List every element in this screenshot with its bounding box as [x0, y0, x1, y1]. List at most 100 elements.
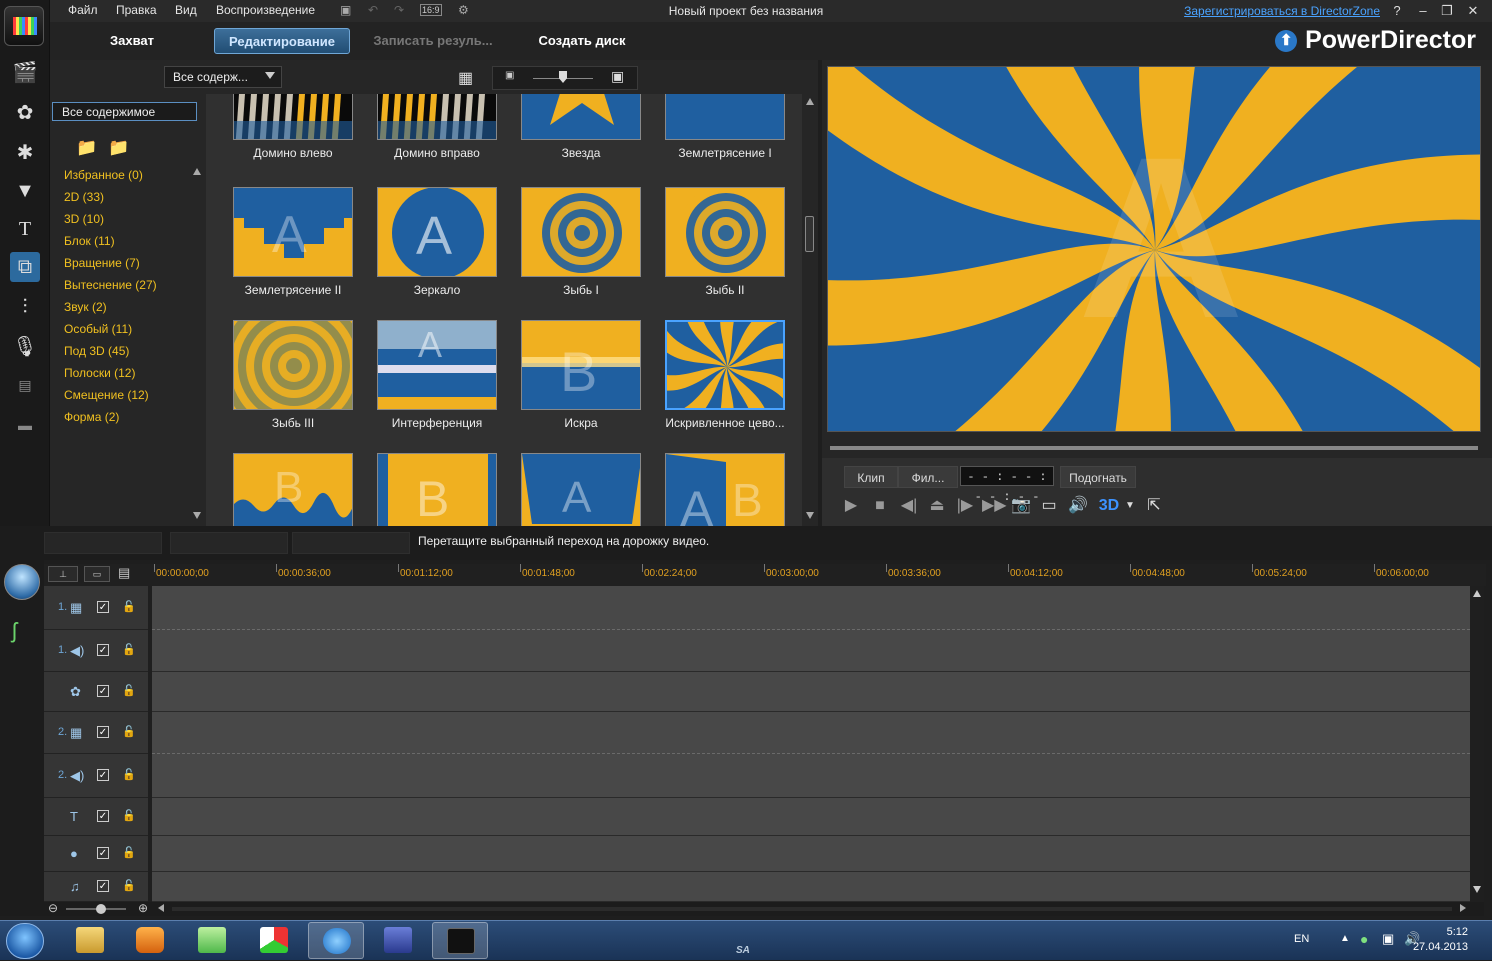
redo-icon[interactable]: ↷ [394, 3, 404, 17]
snapshot-icon[interactable]: 📷 [1010, 496, 1032, 516]
taskbar-ie[interactable] [308, 922, 364, 959]
menu-edit[interactable]: Правка [116, 3, 157, 17]
timecode-display[interactable]: - - : - - : - - : - - [960, 466, 1054, 504]
display-mode-icon[interactable]: ▭ [1038, 496, 1060, 516]
track-enable-checkbox[interactable]: ✓ [97, 769, 109, 781]
track-enable-checkbox[interactable]: ✓ [97, 601, 109, 613]
tab-create-disc[interactable]: Создать диск [530, 28, 634, 54]
taskbar-media-player[interactable] [122, 922, 178, 959]
track-lane[interactable] [152, 836, 1470, 872]
subtitle-room-icon[interactable]: ▬ [10, 410, 40, 440]
register-link[interactable]: Зарегистрироваться в DirectorZone [1184, 4, 1380, 18]
category-item[interactable]: Вытеснение (27) [64, 278, 157, 292]
zoom-in-icon[interactable]: ⊕ [138, 901, 148, 915]
transition-tile[interactable]: B [350, 453, 497, 526]
category-item[interactable]: 2D (33) [64, 190, 104, 204]
lock-icon[interactable]: 🔓 [122, 846, 136, 859]
track-lane[interactable] [152, 798, 1470, 836]
lock-icon[interactable]: 🔓 [122, 684, 136, 697]
grid-view-icon[interactable]: ▦ [458, 68, 473, 88]
split-icon[interactable]: ⏏ [926, 496, 948, 516]
category-item[interactable]: Полоски (12) [64, 366, 135, 380]
track-enable-checkbox[interactable]: ✓ [97, 847, 109, 859]
transition-tile[interactable]: B Искра [494, 320, 641, 453]
audio-mixing-icon[interactable]: ⫶ [10, 292, 40, 322]
zoom-out-icon[interactable]: ⊖ [48, 901, 58, 915]
scroll-down-icon[interactable] [193, 512, 201, 519]
lock-icon[interactable]: 🔓 [122, 600, 136, 613]
category-search-field[interactable]: Все содержимое [52, 102, 197, 121]
new-folder-icon[interactable]: 📁 [76, 138, 97, 158]
category-item[interactable]: Звук (2) [64, 300, 107, 314]
track-enable-checkbox[interactable]: ✓ [97, 880, 109, 892]
lock-icon[interactable]: 🔓 [122, 643, 136, 656]
upgrade-icon[interactable]: ⬆ [1275, 30, 1298, 52]
track-lane[interactable] [152, 712, 1470, 754]
category-item[interactable]: Избранное (0) [64, 168, 143, 182]
category-item[interactable]: Под 3D (45) [64, 344, 129, 358]
scroll-right-icon[interactable] [1460, 904, 1466, 912]
taskbar-app-3[interactable] [184, 922, 240, 959]
track-lane[interactable] [152, 630, 1470, 672]
track-lane[interactable] [152, 872, 1470, 902]
content-filter-dropdown[interactable]: Все содерж... [164, 66, 282, 88]
language-indicator[interactable]: EN [1294, 933, 1309, 945]
horizontal-scrollbar[interactable] [172, 907, 1452, 911]
track-enable-checkbox[interactable]: ✓ [97, 644, 109, 656]
magic-tool-icon[interactable]: ʃ [12, 618, 17, 644]
undock-preview-icon[interactable]: ⇱ [1143, 496, 1165, 516]
zoom-slider-handle[interactable] [96, 904, 106, 914]
slider-handle[interactable] [559, 71, 567, 83]
pip-room-icon[interactable]: ✱ [10, 138, 40, 168]
transition-tile[interactable]: A Землетрясение II [206, 187, 353, 320]
film-mode-button[interactable]: Фил... [898, 466, 958, 488]
category-item[interactable]: Особый (11) [64, 322, 132, 336]
category-item[interactable]: Форма (2) [64, 410, 119, 424]
help-button[interactable]: ? [1388, 3, 1406, 19]
scroll-up-icon[interactable] [193, 168, 201, 175]
track-enable-checkbox[interactable]: ✓ [97, 726, 109, 738]
maximize-icon[interactable]: ❐ [1438, 3, 1456, 19]
network-icon[interactable]: ▣ [1382, 931, 1394, 947]
lock-icon[interactable]: 🔓 [122, 879, 136, 892]
effect-room-icon[interactable]: ✿ [10, 98, 40, 128]
category-item[interactable]: Вращение (7) [64, 256, 140, 270]
track-lane[interactable] [152, 672, 1470, 712]
next-frame-icon[interactable]: |▶ [954, 496, 976, 516]
fit-track-icon[interactable]: ⊥ [48, 566, 78, 582]
tool-button-1[interactable] [44, 532, 162, 554]
library-scrollbar[interactable] [802, 94, 818, 526]
undo-icon[interactable]: ↶ [368, 3, 378, 17]
chevron-down-icon[interactable]: ▼ [1119, 496, 1141, 516]
lock-icon[interactable]: 🔓 [122, 768, 136, 781]
settings-icon[interactable]: ⚙ [458, 3, 469, 17]
transition-tile[interactable]: Домино вправо [350, 94, 497, 183]
transition-tile[interactable]: Искривленное цево... [638, 320, 785, 453]
timeline-vscroll[interactable] [1472, 590, 1482, 896]
clip-mode-button[interactable]: Клип [844, 466, 898, 488]
tool-button-2[interactable] [170, 532, 288, 554]
save-icon[interactable]: ▣ [340, 3, 351, 17]
volume-icon[interactable]: 🔊 [1067, 496, 1089, 516]
track-enable-checkbox[interactable]: ✓ [97, 685, 109, 697]
tool-button-3[interactable] [292, 532, 410, 554]
scroll-up-icon[interactable] [806, 98, 814, 105]
transition-tile[interactable]: Домино влево [206, 94, 353, 183]
show-hidden-icons[interactable]: ▲ [1340, 933, 1350, 944]
taskbar-powerdirector[interactable] [432, 922, 488, 959]
tab-edit[interactable]: Редактирование [214, 28, 350, 54]
play-icon[interactable]: ▶ [840, 496, 862, 516]
media-room-icon[interactable]: 🎬 [10, 58, 40, 88]
transition-tile[interactable]: B [206, 453, 353, 526]
taskbar-app-6[interactable] [370, 922, 426, 959]
fast-forward-icon[interactable]: ▶▶ [982, 496, 1007, 516]
taskbar-explorer[interactable] [62, 922, 118, 959]
category-item[interactable]: Блок (11) [64, 234, 115, 248]
track-lane[interactable] [152, 754, 1470, 798]
title-room-icon[interactable]: T [10, 214, 40, 244]
preview-progress-bar[interactable] [830, 446, 1478, 450]
aspect-ratio-button[interactable]: 16:9 [420, 4, 442, 16]
transition-tile[interactable]: BЗвезда [494, 94, 641, 183]
fit-button[interactable]: Подогнать [1060, 466, 1136, 488]
menu-playback[interactable]: Воспроизведение [216, 3, 315, 17]
